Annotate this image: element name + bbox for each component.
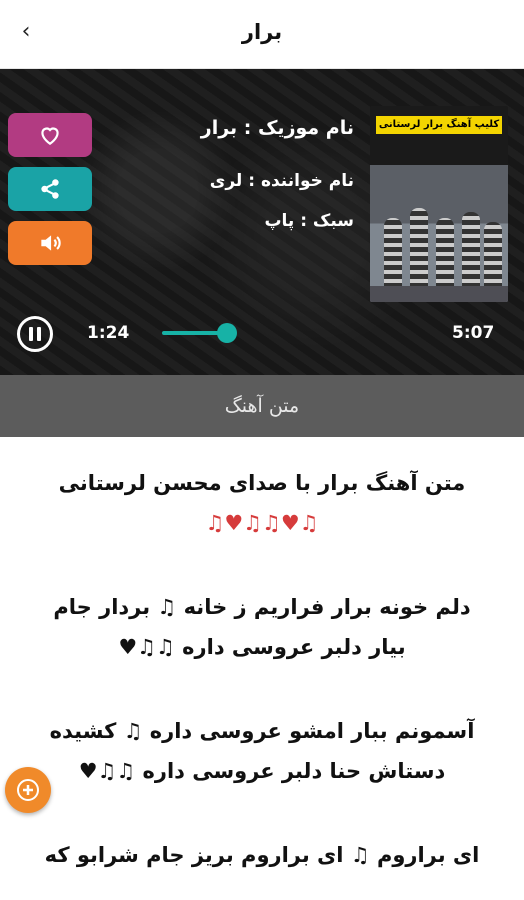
- pause-button[interactable]: [17, 316, 53, 352]
- lyrics-text: متن آهنگ برار با صدای محسن لرستانی ♫♥♫♫♥…: [0, 463, 524, 875]
- genre: سبک : پاپ: [264, 211, 354, 231]
- player-header: نام موزیک : برار نام خواننده : لری سبک :…: [0, 69, 524, 375]
- lyrics-line: ♫♥♫♫♥♫: [205, 511, 319, 535]
- duration: 5:07: [452, 323, 495, 343]
- lyrics-line: ای براروم ♫ ای براروم بریز جام شرابو که: [44, 843, 480, 867]
- cover-banner: کلیپ آهنگ برار لرستانی: [376, 116, 502, 134]
- music-name: نام موزیک : برار: [200, 117, 354, 139]
- share-button[interactable]: [8, 167, 92, 211]
- album-cover: کلیپ آهنگ برار لرستانی: [370, 106, 508, 302]
- share-icon: [41, 179, 59, 199]
- like-button[interactable]: [8, 113, 92, 157]
- plus-icon: [17, 779, 39, 801]
- add-fab-button[interactable]: [5, 767, 51, 813]
- page-title: برار: [241, 20, 283, 44]
- singer-name: نام خواننده : لری: [209, 171, 354, 191]
- progress-thumb[interactable]: [217, 323, 237, 343]
- lyrics-line: متن آهنگ برار با صدای محسن لرستانی: [58, 471, 466, 495]
- lyrics-line: دستاش حنا دلبر عروسی داره ♫♫♥: [78, 759, 446, 783]
- top-app-bar: ‹ برار: [0, 0, 524, 69]
- lyrics-tab[interactable]: متن آهنگ: [0, 375, 524, 437]
- volume-button[interactable]: [8, 221, 92, 265]
- heart-icon: [41, 127, 59, 145]
- volume-icon: [41, 235, 61, 251]
- lyrics-line: بیار دلبر عروسی داره ♫♫♥: [118, 635, 406, 659]
- lyrics-line: دلم خونه برار فراریم ز خانه ♫ بردار جام: [53, 595, 471, 619]
- current-time: 1:24: [87, 323, 130, 343]
- lyrics-line: آسمونم ببار امشو عروسی داره ♫ کشیده: [49, 719, 475, 743]
